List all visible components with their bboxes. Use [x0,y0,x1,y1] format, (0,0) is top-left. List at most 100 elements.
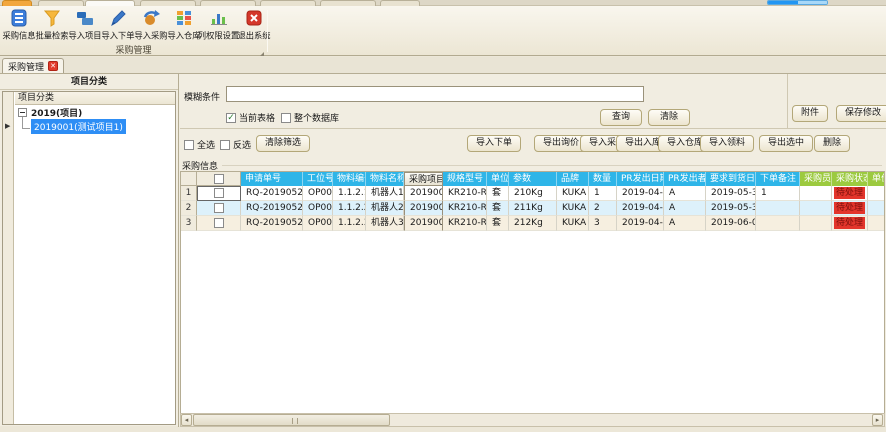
column-header[interactable]: 参数 [509,172,557,186]
column-header[interactable]: 物料名称 [366,172,404,186]
export-selected-button[interactable]: 导出选中 [759,135,813,152]
table-row[interactable]: 1RQ-201905230001OP00101.1.2.1机器人12019001… [181,186,884,201]
column-header[interactable]: 采购员 [800,172,832,186]
cell: RQ-201905230001 [241,186,303,201]
scrollbar-thumb[interactable] [193,414,390,426]
row-number: 1 [181,186,197,201]
select-all-header-checkbox[interactable] [197,172,241,186]
button-label: 列权限设置 [198,30,239,42]
cell: RQ-201905230003 [241,216,303,231]
import-warehouse-button[interactable]: 导入仓库 [167,7,200,45]
row-checkbox[interactable] [197,201,241,216]
scroll-right-icon[interactable]: ▸ [872,414,883,426]
checkbox-icon [214,203,224,213]
procurement-panel: 模糊条件 ✓当前表格 整个数据库 查询 清除 附件 保存修改 全选 反选 清除筛… [180,74,886,427]
column-header[interactable]: 采购状态 [832,172,868,186]
checkbox-icon [184,140,194,150]
tree-node-label: 2019(项目) [31,106,82,119]
cell: 套 [487,216,509,231]
column-header[interactable]: PR发出者 [664,172,706,186]
table-row[interactable]: 3RQ-201905230003OP00121.1.2.3机器人32019001… [181,216,884,231]
table-row[interactable]: 2RQ-201905230002OP00111.1.2.2机器人22019001… [181,201,884,216]
checkbox-icon [214,174,224,184]
column-header[interactable]: 品牌 [557,172,589,186]
column-header[interactable]: 工位号 [303,172,333,186]
checkbox-icon [214,218,224,228]
tree-node-2019001[interactable]: 2019001(测试项目1) [15,119,175,133]
column-header[interactable]: 物料编号 [333,172,366,186]
fuzzy-condition-label: 模糊条件 [184,90,220,103]
batch-search-button[interactable]: 批量检索 [35,7,68,45]
button-label: 采购信息 [2,30,35,42]
cell: 210Kg [509,186,557,201]
checkbox-label: 反选 [233,138,251,151]
fuzzy-condition-input[interactable] [226,86,644,102]
status-badge: 待处理 [834,217,865,229]
whole-database-checkbox[interactable]: 整个数据库 [281,111,339,124]
cell: A [664,186,706,201]
cell: KUKA [557,201,589,216]
column-permission-button[interactable]: 列权限设置 [200,7,237,45]
cell [800,216,832,231]
cell: 1 [756,186,800,201]
cell [800,201,832,216]
column-header[interactable]: 下单备注 [756,172,800,186]
button-label: 导入仓库 [167,30,200,42]
cell: KUKA [557,186,589,201]
attachment-button[interactable]: 附件 [792,105,828,122]
tab-close-icon[interactable]: ✕ [48,61,58,71]
cell [800,186,832,201]
scroll-left-icon[interactable]: ◂ [181,414,192,426]
current-row-marker-icon: ▶ [5,122,10,130]
select-all-checkbox[interactable]: 全选 [184,138,215,151]
tab-procurement-management[interactable]: 采购管理 ✕ [2,58,64,73]
current-table-checkbox[interactable]: ✓当前表格 [226,111,275,124]
main-area: 项目分类 ▶ 项目分类 2019(项目) 2019001(测试项目1) 模糊条件 [0,73,886,426]
import-project-icon [76,9,94,27]
clear-button[interactable]: 清除 [648,109,690,126]
column-header[interactable]: PR发出日期 [617,172,664,186]
column-header[interactable]: 单位 [487,172,509,186]
column-header[interactable]: 采购项目 [404,172,443,186]
delete-button[interactable]: 删除 [814,135,850,152]
column-header[interactable]: 申请单号 [241,172,303,186]
dialog-launcher-icon[interactable] [260,52,264,56]
horizontal-scrollbar[interactable]: ◂ ▸ [180,413,885,427]
import-order-button[interactable]: 导入下单 [101,7,134,45]
exit-system-button[interactable]: 退出系统 [237,7,270,45]
cell: KR210-R2701 [443,201,487,216]
tree-node-2019[interactable]: 2019(项目) [15,105,175,119]
checkbox-label: 当前表格 [239,111,275,124]
collapse-icon[interactable] [18,108,27,117]
import-project-button[interactable]: 导入项目 [68,7,101,45]
purchase-grid: 申请单号工位号物料编号物料名称采购项目规格型号单位参数品牌数量PR发出日期PR发… [180,171,885,413]
tree-column-header[interactable]: 项目分类 [15,92,175,105]
cell: 2019-05-30 [706,186,756,201]
cell: 2019001 [404,201,443,216]
row-checkbox[interactable] [197,216,241,231]
row-checkbox[interactable] [197,186,241,201]
cell: 2019-04-06 [617,201,664,216]
button-label: 导入下单 [101,30,134,42]
checkbox-icon [281,113,291,123]
column-header[interactable]: 规格型号 [443,172,487,186]
invert-selection-checkbox[interactable]: 反选 [220,138,251,151]
tree-node-label-selected: 2019001(测试项目1) [31,119,126,134]
query-button[interactable]: 查询 [600,109,642,126]
window-button[interactable] [767,0,828,5]
button-label: 导入采购 [134,30,167,42]
column-header[interactable]: 单价 [868,172,885,186]
column-permission-icon [210,9,228,27]
cell: A [664,201,706,216]
info-list-icon [10,9,28,27]
import-purchase-button[interactable]: 导入采购 [134,7,167,45]
import-order-button[interactable]: 导入下单 [467,135,521,152]
cell: 1.1.2.3 [333,216,366,231]
import-material-button[interactable]: 导入领料 [700,135,754,152]
cell: 1.1.2.1 [333,186,366,201]
purchase-info-button[interactable]: 采购信息 [2,7,35,45]
column-header[interactable]: 数量 [589,172,617,186]
save-changes-button[interactable]: 保存修改 [836,105,886,122]
clear-filter-button[interactable]: 清除筛选 [256,135,310,152]
column-header[interactable]: 要求到货日期 [706,172,756,186]
